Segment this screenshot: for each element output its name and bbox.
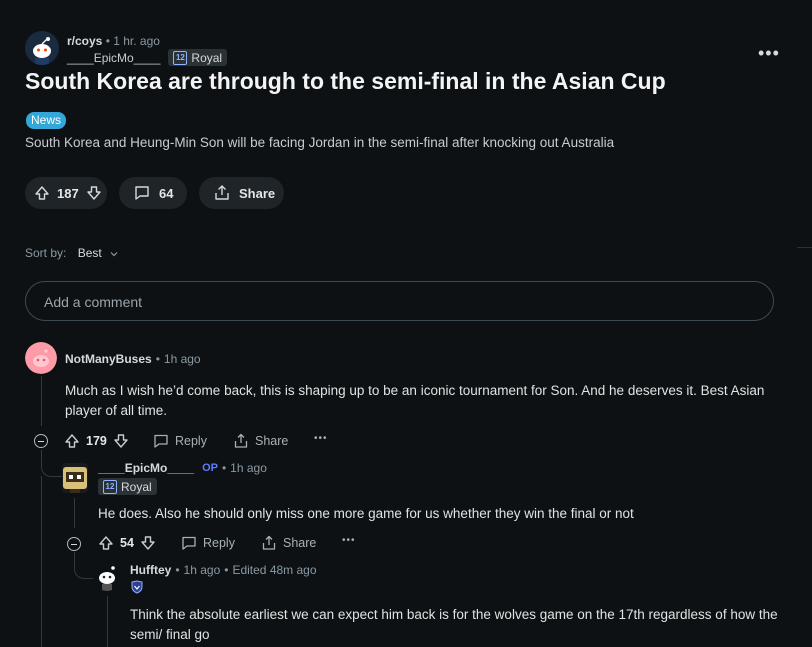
thread-connector xyxy=(41,450,62,477)
divider xyxy=(797,247,812,248)
comment-edited: Edited 48m ago xyxy=(232,563,317,577)
downvote-icon[interactable] xyxy=(113,433,129,449)
comment-time: 1h ago xyxy=(183,563,221,577)
comment-vote: 179 xyxy=(64,433,129,449)
comment-more-button[interactable]: ••• xyxy=(342,535,356,546)
comment-text: Think the absolute earliest we can expec… xyxy=(130,607,778,642)
comment-meta: Hufftey • 1h ago • Edited 48m ago xyxy=(130,563,317,577)
thread-line xyxy=(41,476,42,647)
reply-button[interactable]: Reply xyxy=(153,433,207,449)
comments-count: 64 xyxy=(159,185,174,201)
comment-score: 54 xyxy=(120,536,134,550)
comment-more-button[interactable]: ••• xyxy=(314,433,328,444)
share-button[interactable]: Share xyxy=(199,177,284,209)
comment-author[interactable]: NotManyBuses xyxy=(65,352,152,366)
comment-icon xyxy=(181,535,197,551)
comment-text: He does. Also he should only miss one mo… xyxy=(98,506,634,521)
thread-line[interactable] xyxy=(74,498,75,528)
share-label: Share xyxy=(283,536,317,550)
collapse-thread-button[interactable] xyxy=(67,537,81,551)
upvote-icon[interactable] xyxy=(64,433,80,449)
shield-icon xyxy=(130,580,144,594)
share-button[interactable]: Share xyxy=(261,535,316,551)
avatar[interactable] xyxy=(62,463,88,493)
add-comment-box[interactable] xyxy=(25,281,774,322)
thread-connector xyxy=(74,552,95,579)
post-more-options-button[interactable]: ••• xyxy=(758,43,780,64)
comment-score: 179 xyxy=(86,434,107,448)
sort-value: Best xyxy=(77,246,102,260)
flair-text: Royal xyxy=(191,50,223,65)
share-label: Share xyxy=(255,434,289,448)
sort-control[interactable]: Sort by: Best xyxy=(25,246,119,260)
flair-badge-icon: 12 xyxy=(173,50,188,65)
comment-input[interactable] xyxy=(42,282,746,322)
collapse-thread-button[interactable] xyxy=(34,434,48,448)
comment-text: Much as I wish he’d come back, this is s… xyxy=(65,383,765,418)
avatar[interactable] xyxy=(25,342,57,374)
thread-line[interactable] xyxy=(41,376,42,426)
op-badge: OP xyxy=(202,462,218,474)
downvote-icon[interactable] xyxy=(86,185,102,201)
reply-label: Reply xyxy=(203,536,235,550)
share-icon xyxy=(261,535,277,551)
post-title[interactable]: South Korea are through to the semi-fina… xyxy=(25,68,666,95)
post-author[interactable]: ____EpicMo____ xyxy=(67,51,160,65)
post-body: South Korea and Heung-Min Son will be fa… xyxy=(25,135,615,150)
subreddit-avatar[interactable] xyxy=(25,31,59,65)
comment-author[interactable]: ____EpicMo____ xyxy=(98,461,194,475)
avatar[interactable] xyxy=(93,563,121,591)
share-icon xyxy=(213,184,231,202)
reply-button[interactable]: Reply xyxy=(181,535,235,551)
author-flair: 12 Royal xyxy=(168,49,228,66)
upvote-icon[interactable] xyxy=(98,535,114,551)
downvote-icon[interactable] xyxy=(140,535,156,551)
author-flair: 12 Royal xyxy=(98,478,157,495)
comment-time: 1h ago xyxy=(230,461,267,475)
post-flair-tag[interactable]: News xyxy=(26,112,67,129)
subreddit-name[interactable]: r/coys xyxy=(67,34,102,48)
share-label: Share xyxy=(239,185,276,201)
upvote-icon[interactable] xyxy=(34,185,50,201)
comment-time: 1h ago xyxy=(163,352,201,366)
share-button[interactable]: Share xyxy=(233,433,288,449)
flair-text: Royal xyxy=(121,479,152,494)
post-meta: r/coys • 1 hr. ago xyxy=(67,34,160,48)
flair-badge-icon: 12 xyxy=(103,479,117,494)
comment-icon xyxy=(133,184,151,202)
reply-label: Reply xyxy=(175,434,207,448)
post-score: 187 xyxy=(57,185,79,201)
comment-author[interactable]: Hufftey xyxy=(130,563,171,577)
share-icon xyxy=(233,433,249,449)
sort-label: Sort by: xyxy=(25,246,67,260)
comment-meta: ____EpicMo____ OP • 1h ago xyxy=(98,461,267,475)
chevron-down-icon xyxy=(109,249,119,259)
post-time: 1 hr. ago xyxy=(113,34,160,48)
comment-icon xyxy=(153,433,169,449)
comment-meta: NotManyBuses • 1h ago xyxy=(65,352,201,366)
comments-button[interactable]: 64 xyxy=(119,177,187,209)
thread-line[interactable] xyxy=(107,596,108,647)
comment-vote: 54 xyxy=(98,535,156,551)
post-author-line: ____EpicMo____ 12 Royal xyxy=(67,49,228,66)
vote-pill: 187 xyxy=(25,177,107,209)
